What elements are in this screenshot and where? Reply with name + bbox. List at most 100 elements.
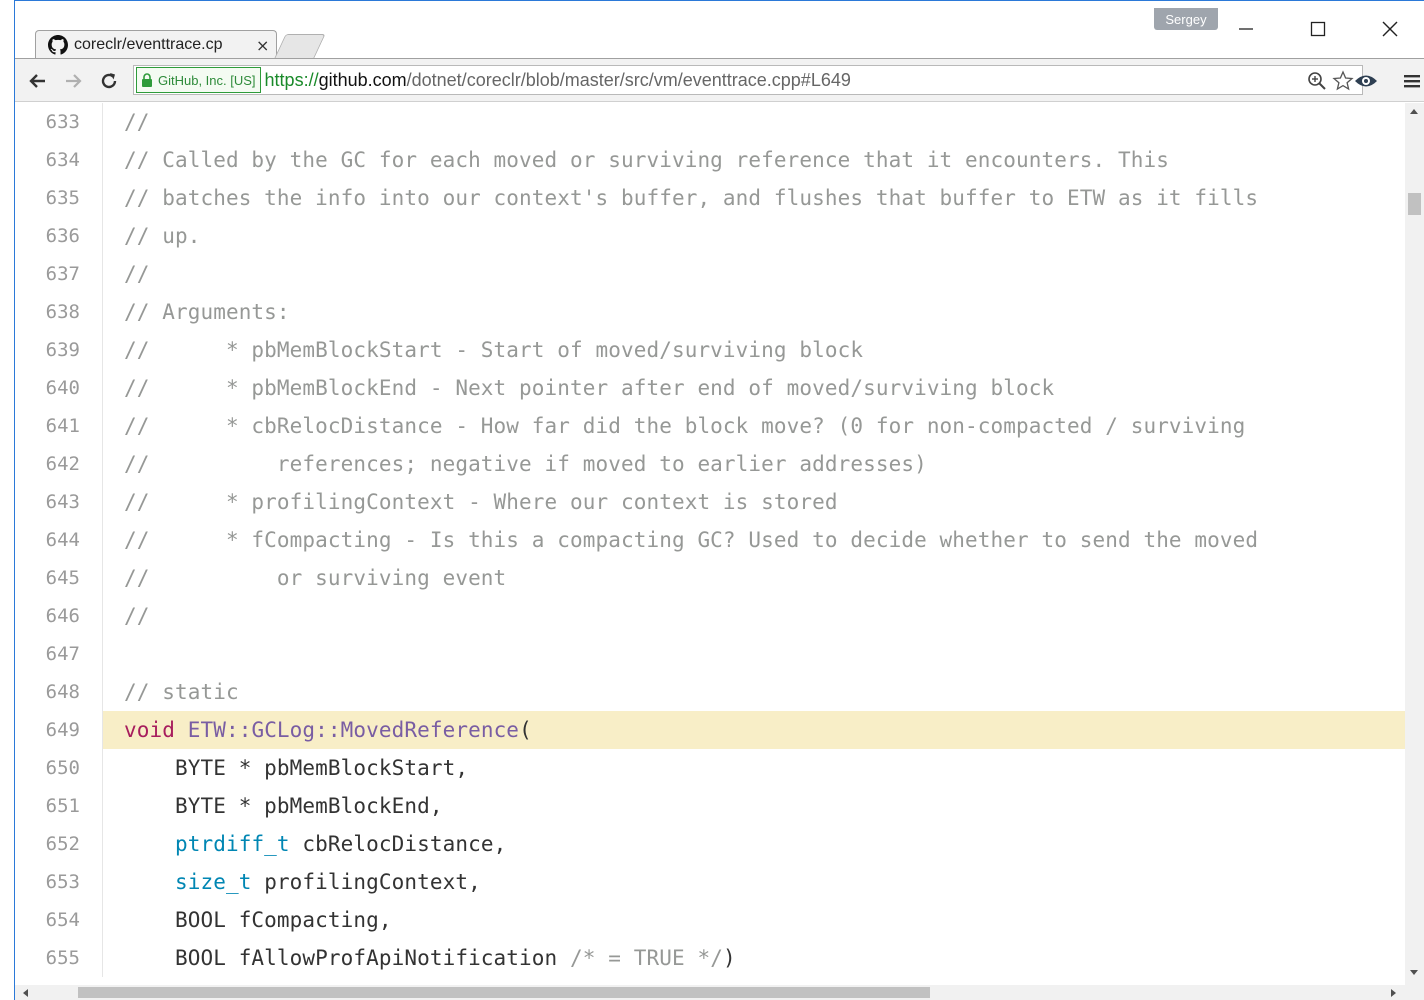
scroll-left-arrow-icon[interactable] <box>23 989 28 997</box>
forward-button[interactable] <box>59 67 87 95</box>
zoom-icon[interactable] <box>1306 70 1328 92</box>
code-line-635: 635 // batches the info into our context'… <box>15 179 1405 217</box>
line-number[interactable]: 633 <box>15 103 103 141</box>
reload-button[interactable] <box>95 67 123 95</box>
code-line-652: 652 ptrdiff_t cbRelocDistance, <box>15 825 1405 863</box>
new-tab-button[interactable] <box>274 34 326 58</box>
code-line-654: 654 BOOL fCompacting, <box>15 901 1405 939</box>
code-line-645: 645 // or surviving event <box>15 559 1405 597</box>
code-text: // Called by the GC for each moved or su… <box>103 148 1169 172</box>
ev-label: GitHub, Inc. [US] <box>158 72 256 88</box>
code-text: // references; negative if moved to earl… <box>103 452 927 476</box>
code-line-638: 638 // Arguments: <box>15 293 1405 331</box>
code-text: // * cbRelocDistance - How far did the b… <box>103 414 1245 438</box>
close-icon <box>1382 21 1398 37</box>
scroll-right-arrow-icon[interactable] <box>1391 989 1396 997</box>
github-icon <box>48 35 68 55</box>
line-number[interactable]: 640 <box>15 369 103 407</box>
horizontal-scroll-thumb[interactable] <box>78 987 930 998</box>
code-token: profilingContext, <box>251 870 481 894</box>
line-number[interactable]: 644 <box>15 521 103 559</box>
maximize-button[interactable] <box>1298 9 1338 49</box>
code-text: // * pbMemBlockStart - Start of moved/su… <box>103 338 863 362</box>
code-line-653: 653 size_t profilingContext, <box>15 863 1405 901</box>
line-number[interactable]: 647 <box>15 635 103 673</box>
line-number[interactable]: 650 <box>15 749 103 787</box>
browser-tab[interactable]: coreclr/eventtrace.cp × <box>35 30 277 59</box>
code-line-646: 646 // <box>15 597 1405 635</box>
code-token: BOOL fCompacting, <box>124 908 392 932</box>
ev-certificate-badge[interactable]: GitHub, Inc. [US] <box>136 67 261 93</box>
code-token: BOOL fAllowProfApiNotification <box>124 946 571 970</box>
scroll-up-arrow-icon[interactable] <box>1410 109 1418 114</box>
browser-toolbar: GitHub, Inc. [US] https://github.com/dot… <box>15 58 1424 102</box>
minimize-icon <box>1239 28 1253 30</box>
code-line-647: 647 <box>15 635 1405 673</box>
title-bar: coreclr/eventtrace.cp × Sergey <box>15 0 1424 59</box>
line-number[interactable]: 655 <box>15 939 103 977</box>
star-icon[interactable] <box>1332 70 1354 92</box>
line-number[interactable]: 635 <box>15 179 103 217</box>
vertical-scroll-thumb[interactable] <box>1408 193 1421 215</box>
line-number[interactable]: 651 <box>15 787 103 825</box>
profile-badge[interactable]: Sergey <box>1154 8 1218 30</box>
code-token: // <box>124 110 150 134</box>
line-number[interactable]: 634 <box>15 141 103 179</box>
code-line-640: 640 // * pbMemBlockEnd - Next pointer aft… <box>15 369 1405 407</box>
code-token: // static <box>124 680 239 704</box>
close-window-button[interactable] <box>1370 9 1410 49</box>
code-token: // batches the info into our context's b… <box>124 186 1259 210</box>
line-number[interactable]: 643 <box>15 483 103 521</box>
line-number[interactable]: 637 <box>15 255 103 293</box>
code-line-655: 655 BOOL fAllowProfApiNotification /* = … <box>15 939 1405 977</box>
code-line-643: 643 // * profilingContext - Where our con… <box>15 483 1405 521</box>
maximize-icon <box>1310 21 1326 37</box>
line-number[interactable]: 646 <box>15 597 103 635</box>
line-number[interactable]: 648 <box>15 673 103 711</box>
url-scheme: https:// <box>264 69 319 90</box>
code-text: BOOL fCompacting, <box>103 908 392 932</box>
code-text: void ETW::GCLog::MovedReference( <box>103 718 532 742</box>
forward-arrow-icon <box>66 74 82 88</box>
back-button[interactable] <box>24 67 52 95</box>
code-text: // Arguments: <box>103 300 290 324</box>
line-number[interactable]: 654 <box>15 901 103 939</box>
scroll-down-arrow-icon[interactable] <box>1410 970 1418 975</box>
code-token: // Arguments: <box>124 300 290 324</box>
code-text: size_t profilingContext, <box>103 870 481 894</box>
browser-menu-button[interactable] <box>1400 68 1424 94</box>
tab-close-button[interactable]: × <box>256 36 269 55</box>
back-arrow-icon <box>29 74 45 88</box>
line-number[interactable]: 653 <box>15 863 103 901</box>
code-line-649: 649 void ETW::GCLog::MovedReference( <box>15 711 1405 749</box>
code-token: // or surviving event <box>124 566 507 590</box>
code-token: // <box>124 262 150 286</box>
code-text: // <box>103 262 150 286</box>
code-token: ( <box>519 718 532 742</box>
url-text[interactable]: https://github.com/dotnet/coreclr/blob/m… <box>265 70 851 91</box>
reload-icon <box>101 73 117 89</box>
line-number[interactable]: 652 <box>15 825 103 863</box>
code-line-636: 636 // up. <box>15 217 1405 255</box>
code-text: // * pbMemBlockEnd - Next pointer after … <box>103 376 1054 400</box>
code-text: BYTE * pbMemBlockEnd, <box>103 794 443 818</box>
vertical-scrollbar[interactable] <box>1405 103 1424 985</box>
code-line-637: 637 // <box>15 255 1405 293</box>
line-number[interactable]: 638 <box>15 293 103 331</box>
line-number[interactable]: 645 <box>15 559 103 597</box>
code-text: ptrdiff_t cbRelocDistance, <box>103 832 506 856</box>
code-viewer: 633 // 634 // Called by the GC for each mov… <box>15 103 1405 985</box>
code-token: // Called by the GC for each moved or su… <box>124 148 1169 172</box>
horizontal-scrollbar[interactable] <box>15 985 1424 1000</box>
line-number[interactable]: 641 <box>15 407 103 445</box>
extension-button[interactable] <box>1352 68 1380 94</box>
line-number[interactable]: 639 <box>15 331 103 369</box>
minimize-button[interactable] <box>1226 9 1266 49</box>
tab-title: coreclr/eventtrace.cp <box>74 36 223 53</box>
address-bar[interactable]: GitHub, Inc. [US] https://github.com/dot… <box>133 65 1363 95</box>
line-number[interactable]: 642 <box>15 445 103 483</box>
line-number[interactable]: 649 <box>15 711 103 749</box>
line-number[interactable]: 636 <box>15 217 103 255</box>
code-text: // * fCompacting - Is this a compacting … <box>103 528 1258 552</box>
